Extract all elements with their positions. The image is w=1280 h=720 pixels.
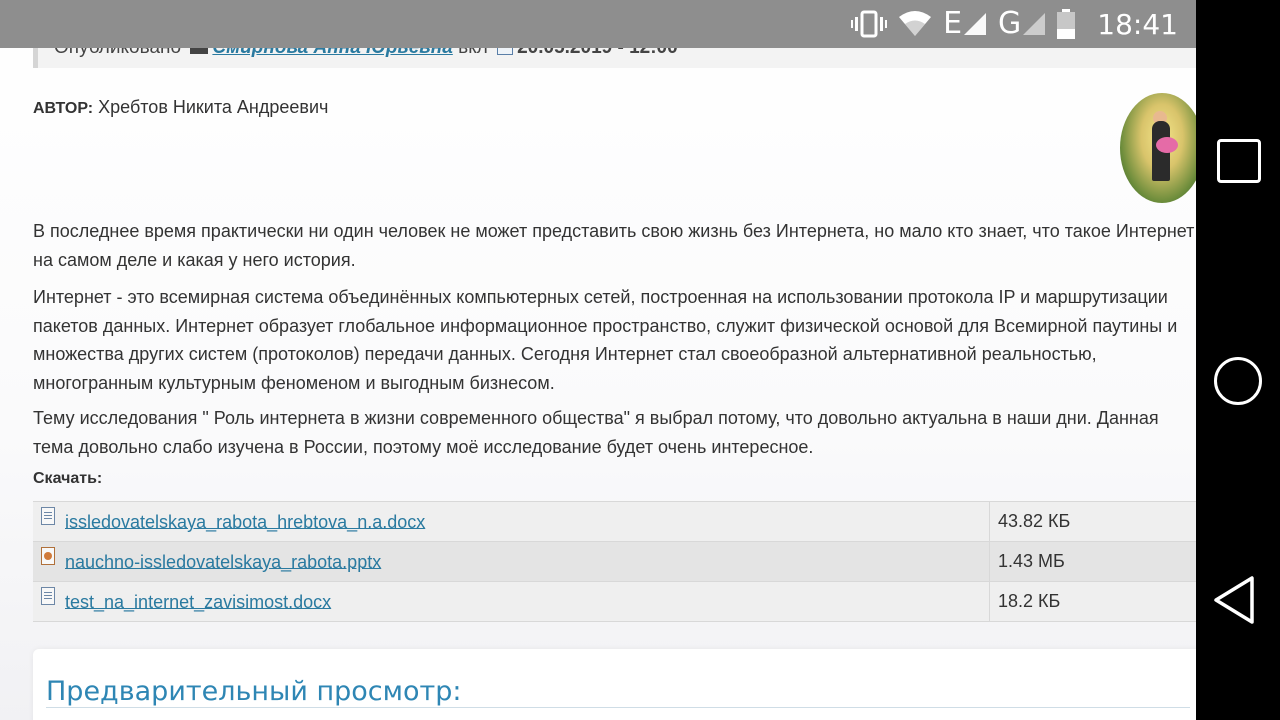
network-type-label: G: [998, 6, 1022, 41]
author-avatar[interactable]: [1120, 93, 1196, 203]
file-size: 18.2 КБ: [989, 581, 1196, 622]
docx-file-icon: [41, 586, 55, 605]
signal-icon: [964, 13, 987, 35]
author-label: АВТОР:: [33, 100, 94, 117]
recent-apps-button[interactable]: [1217, 139, 1261, 183]
web-page: Опубликовано Смирнова Анна Юрьевна вкл 2…: [0, 0, 1196, 720]
navigation-bar: [1196, 0, 1280, 720]
file-link[interactable]: test_na_internet_zavisimost.docx: [65, 591, 331, 611]
status-bar: E G 18:41: [0, 0, 1196, 48]
signal-icon: [1023, 13, 1046, 35]
network-indicator-2: G: [998, 0, 1046, 48]
author-name: Хребтов Никита Андреевич: [98, 97, 329, 117]
download-table: issledovatelskaya_rabota_hrebtova_n.a.do…: [33, 501, 1196, 622]
paragraph-topic: Тему исследования " Роль интернета в жиз…: [33, 408, 1159, 457]
network-type-label: E: [943, 6, 963, 41]
table-row: nauchno-issledovatelskaya_rabota.pptx 1.…: [33, 541, 1196, 582]
paragraph-intro: В последнее время практически ни один че…: [33, 221, 1195, 270]
paragraph-definition: Интернет - это всемирная система объедин…: [33, 287, 1178, 393]
battery-icon: [1057, 9, 1076, 39]
clock: 18:41: [1097, 7, 1178, 41]
table-row: issledovatelskaya_rabota_hrebtova_n.a.do…: [33, 501, 1196, 542]
file-link[interactable]: issledovatelskaya_rabota_hrebtova_n.a.do…: [65, 511, 425, 531]
wifi-icon: [899, 11, 932, 36]
vibrate-icon: [851, 10, 888, 38]
file-size: 1.43 МБ: [989, 541, 1196, 582]
download-label: Скачать:: [33, 470, 103, 487]
preview-title: Предварительный просмотр:: [46, 676, 462, 707]
author-line: АВТОР: Хребтов Никита Андреевич: [33, 97, 328, 118]
docx-file-icon: [41, 506, 55, 525]
file-link[interactable]: nauchno-issledovatelskaya_rabota.pptx: [65, 551, 381, 571]
divider: [46, 707, 1190, 708]
network-indicator-1: E: [943, 0, 987, 48]
file-size: 43.82 КБ: [989, 501, 1196, 542]
back-button[interactable]: [1212, 574, 1260, 626]
table-row: test_na_internet_zavisimost.docx 18.2 КБ: [33, 581, 1196, 622]
pptx-file-icon: [41, 546, 55, 565]
home-button[interactable]: [1214, 357, 1262, 405]
preview-section: Предварительный просмотр:: [33, 649, 1196, 720]
